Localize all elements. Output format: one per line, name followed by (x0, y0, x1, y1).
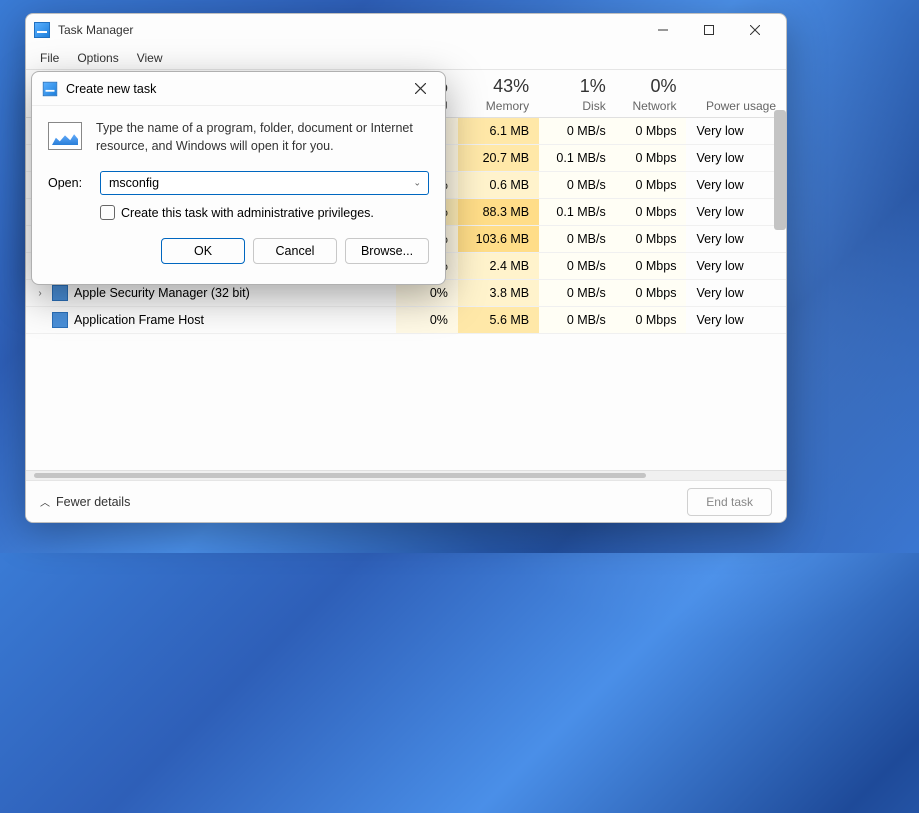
menu-options[interactable]: Options (69, 49, 126, 67)
network-cell: 0 Mbps (616, 280, 687, 307)
fewer-details-label: Fewer details (56, 495, 130, 509)
process-icon (52, 285, 68, 301)
dialog-description: Type the name of a program, folder, docu… (96, 120, 429, 155)
vertical-scrollbar[interactable] (774, 110, 786, 230)
open-input-wrap: ⌄ (100, 171, 429, 195)
disk-cell: 0 MB/s (539, 226, 616, 253)
power-cell: Very low (686, 226, 786, 253)
dialog-buttons: OK Cancel Browse... (48, 238, 429, 276)
disk-pct: 1% (549, 76, 606, 97)
memory-cell: 103.6 MB (458, 226, 539, 253)
memory-cell: 2.4 MB (458, 253, 539, 280)
network-label: Network (632, 99, 676, 113)
cpu-cell: 0% (396, 307, 458, 334)
memory-cell: 20.7 MB (458, 145, 539, 172)
network-cell: 0 Mbps (616, 199, 687, 226)
admin-checkbox-row[interactable]: Create this task with administrative pri… (100, 205, 429, 220)
chevron-up-icon: ︿ (40, 494, 50, 509)
memory-pct: 43% (468, 76, 529, 97)
minimize-button[interactable] (640, 14, 686, 46)
power-cell: Very low (686, 280, 786, 307)
process-icon (52, 312, 68, 328)
disk-cell: 0 MB/s (539, 307, 616, 334)
close-icon (415, 83, 426, 94)
minimize-icon (658, 25, 668, 35)
cancel-button[interactable]: Cancel (253, 238, 337, 264)
close-button[interactable] (732, 14, 778, 46)
menu-file[interactable]: File (32, 49, 67, 67)
col-network[interactable]: 0% Network (616, 70, 687, 118)
process-name: Apple Security Manager (32 bit) (74, 286, 250, 300)
menu-view[interactable]: View (129, 49, 171, 67)
power-pct-blank (696, 76, 776, 97)
memory-cell: 3.8 MB (458, 280, 539, 307)
dialog-app-icon (43, 81, 57, 95)
disk-cell: 0.1 MB/s (539, 145, 616, 172)
expand-chevron-icon[interactable]: › (34, 288, 46, 299)
network-cell: 0 Mbps (616, 145, 687, 172)
close-icon (750, 25, 760, 35)
memory-cell: 88.3 MB (458, 199, 539, 226)
titlebar[interactable]: Task Manager (26, 14, 786, 46)
open-label: Open: (48, 176, 88, 190)
fewer-details-toggle[interactable]: ︿ Fewer details (40, 494, 130, 509)
open-input[interactable] (100, 171, 429, 195)
window-controls (640, 14, 778, 46)
chevron-down-icon[interactable]: ⌄ (413, 178, 421, 189)
window-title: Task Manager (58, 23, 133, 37)
maximize-button[interactable] (686, 14, 732, 46)
col-disk[interactable]: 1% Disk (539, 70, 616, 118)
browse-button[interactable]: Browse... (345, 238, 429, 264)
dialog-body: Type the name of a program, folder, docu… (32, 106, 445, 284)
disk-cell: 0 MB/s (539, 118, 616, 145)
disk-cell: 0 MB/s (539, 253, 616, 280)
col-power[interactable]: Power usage (686, 70, 786, 118)
network-cell: 0 Mbps (616, 118, 687, 145)
end-task-button[interactable]: End task (687, 488, 772, 516)
memory-cell: 6.1 MB (458, 118, 539, 145)
power-cell: Very low (686, 199, 786, 226)
footer: ︿ Fewer details End task (26, 480, 786, 522)
network-pct: 0% (626, 76, 677, 97)
process-name: Application Frame Host (74, 313, 204, 327)
power-cell: Very low (686, 172, 786, 199)
maximize-icon (704, 25, 714, 35)
network-cell: 0 Mbps (616, 253, 687, 280)
network-cell: 0 Mbps (616, 226, 687, 253)
dialog-description-row: Type the name of a program, folder, docu… (48, 120, 429, 155)
dialog-title: Create new task (66, 82, 156, 96)
memory-label: Memory (486, 99, 529, 113)
power-cell: Very low (686, 307, 786, 334)
create-task-dialog: Create new task Type the name of a progr… (31, 71, 446, 285)
disk-cell: 0.1 MB/s (539, 199, 616, 226)
power-cell: Very low (686, 118, 786, 145)
power-label: Power usage (706, 99, 776, 113)
power-cell: Very low (686, 253, 786, 280)
disk-cell: 0 MB/s (539, 172, 616, 199)
disk-cell: 0 MB/s (539, 280, 616, 307)
power-cell: Very low (686, 145, 786, 172)
open-row: Open: ⌄ (48, 171, 429, 195)
process-name-cell: Application Frame Host (26, 307, 396, 334)
table-row[interactable]: Application Frame Host 0%5.6 MB0 MB/s0 Mb… (26, 307, 786, 334)
network-cell: 0 Mbps (616, 307, 687, 334)
disk-label: Disk (582, 99, 605, 113)
col-memory[interactable]: 43% Memory (458, 70, 539, 118)
menubar: File Options View (26, 46, 786, 70)
run-icon (48, 122, 82, 150)
app-icon (34, 22, 50, 38)
admin-checkbox[interactable] (100, 205, 115, 220)
memory-cell: 5.6 MB (458, 307, 539, 334)
admin-checkbox-label: Create this task with administrative pri… (121, 206, 374, 220)
dialog-titlebar[interactable]: Create new task (32, 72, 445, 106)
horizontal-scrollbar[interactable] (26, 470, 786, 480)
memory-cell: 0.6 MB (458, 172, 539, 199)
ok-button[interactable]: OK (161, 238, 245, 264)
dialog-close-button[interactable] (405, 81, 435, 97)
network-cell: 0 Mbps (616, 172, 687, 199)
